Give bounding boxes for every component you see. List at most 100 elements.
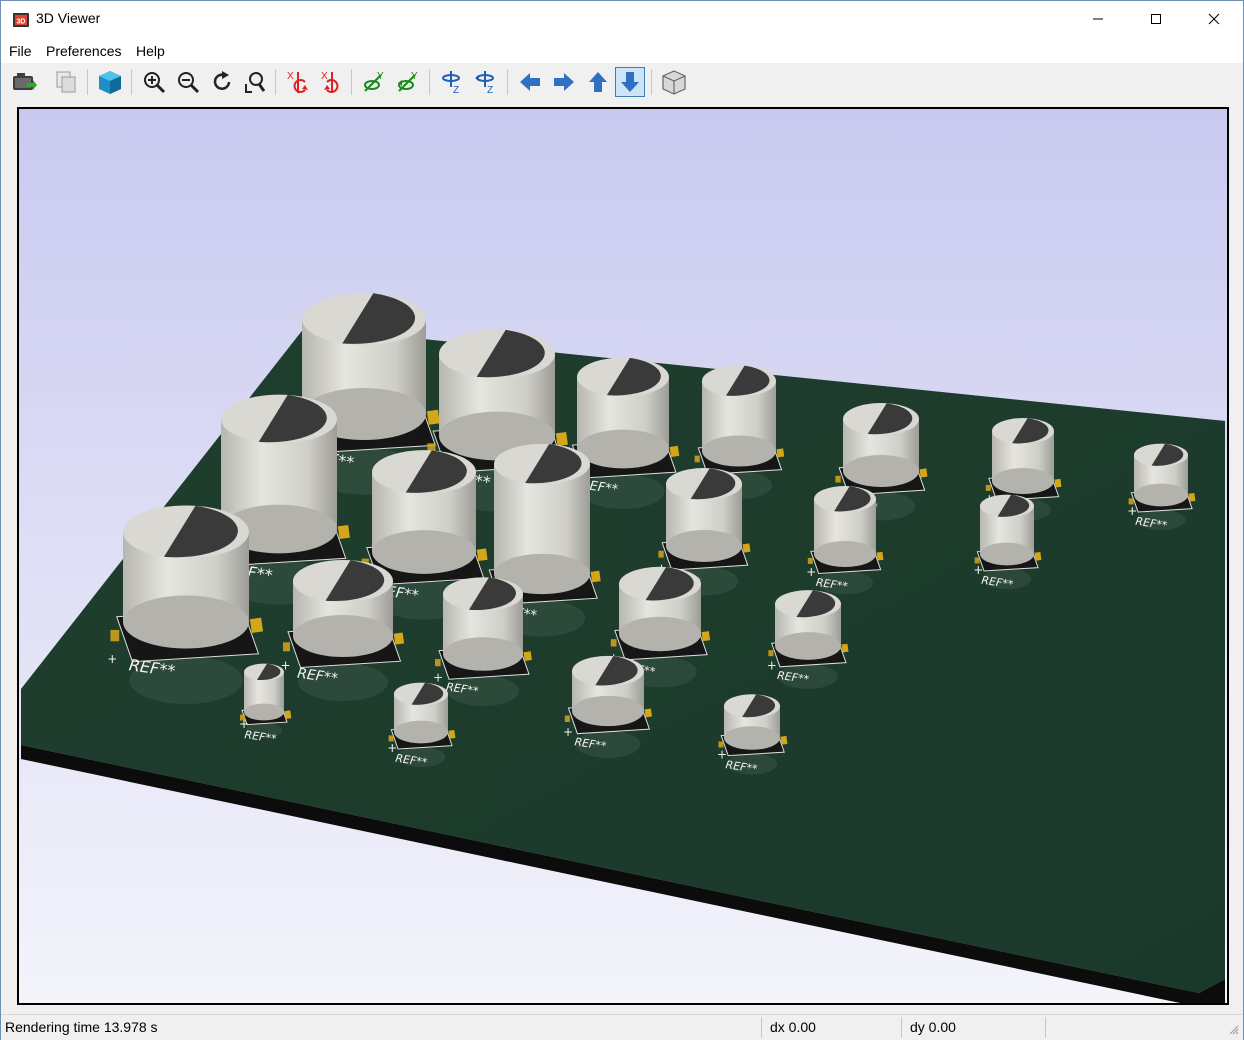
toolbar-separator (429, 69, 430, 95)
menu-file[interactable]: File (9, 43, 32, 59)
zoom-fit-icon (244, 72, 268, 94)
rotate-z-cw-icon: Z (442, 71, 460, 95)
rotate-x-cw-icon: X (287, 71, 308, 93)
capacitor-bottom (577, 429, 669, 469)
smd-capacitor: REF**+ (387, 682, 456, 769)
silkscreen-plus-marker: + (563, 725, 573, 739)
rotate-z-cw-button[interactable]: Z (437, 67, 467, 97)
capacitor-bottom (814, 540, 876, 568)
pad-right (337, 524, 350, 540)
toolbar: X X Y Y (1, 63, 1243, 103)
status-render-time: Rendering time 13.978 s (5, 1019, 158, 1035)
capacitor-bottom (702, 435, 776, 467)
pad-left (807, 557, 813, 564)
move-right-button[interactable] (549, 67, 579, 97)
toolbar-separator (507, 69, 508, 95)
silkscreen-plus-marker: + (433, 671, 443, 685)
maximize-button[interactable] (1127, 1, 1185, 37)
pcb-3d-scene: REF**+REF**+REF**+REF**+REF**+REF**+REF*… (19, 109, 1227, 1007)
redraw-button[interactable] (207, 67, 237, 97)
zoom-in-icon (144, 72, 166, 94)
pad-left (985, 484, 991, 491)
smd-capacitor: REF**+ (433, 577, 532, 707)
menu-help[interactable]: Help (136, 43, 165, 59)
close-icon (1208, 13, 1220, 25)
move-left-icon (520, 73, 540, 91)
3d-viewport[interactable]: REF**+REF**+REF**+REF**+REF**+REF**+REF*… (17, 107, 1229, 1007)
pad-right (644, 708, 653, 718)
rotate-z-ccw-icon: Z (475, 71, 494, 95)
move-up-icon (589, 72, 607, 92)
capacitor-bottom (1134, 483, 1188, 507)
resize-grip-icon[interactable] (1229, 1022, 1239, 1038)
toolbar-separator (351, 69, 352, 95)
pad-right (841, 643, 849, 653)
menu-bar: File Preferences Help (1, 37, 1243, 63)
status-dy: dy 0.00 (910, 1019, 956, 1035)
pad-left (435, 659, 441, 667)
redraw-icon (213, 71, 231, 90)
minimize-icon (1093, 18, 1103, 20)
app-window: 3D 3D Viewer File Preferences Help X X Z… (0, 0, 1244, 1040)
rotate-z-ccw-button[interactable]: Z (471, 67, 501, 97)
zoom-fit-button[interactable] (241, 67, 271, 97)
svg-text:X: X (321, 71, 328, 82)
capacitor-bottom (572, 695, 644, 727)
rotate-y-cw-button[interactable]: Y (359, 67, 389, 97)
zoom-out-icon (178, 72, 200, 94)
rotate-y-ccw-button[interactable]: Y (393, 67, 423, 97)
status-divider (761, 1017, 762, 1038)
pad-left (283, 642, 290, 652)
capacitor-bottom (666, 530, 742, 562)
pad-right (284, 710, 292, 720)
export-image-icon (13, 73, 37, 90)
maximize-icon (1151, 14, 1161, 24)
rotate-x-cw-button[interactable]: X (283, 67, 313, 97)
capacitor-bottom (775, 632, 841, 660)
pad-right (876, 551, 884, 561)
pad-left (610, 639, 617, 647)
zoom-in-button[interactable] (139, 67, 169, 97)
move-left-button[interactable] (515, 67, 545, 97)
pad-left (564, 715, 570, 723)
silkscreen-plus-marker: + (387, 741, 397, 755)
silkscreen-plus-marker: + (107, 652, 117, 666)
render-raytracing-button[interactable] (95, 67, 125, 97)
silkscreen-plus-marker: + (973, 563, 983, 577)
smd-capacitor: REF**+ (281, 560, 405, 702)
copy-icon (56, 71, 76, 93)
pad-right (701, 631, 711, 642)
toolbar-separator (87, 69, 88, 95)
toolbar-separator (131, 69, 132, 95)
pad-right (555, 431, 568, 447)
pad-left (658, 550, 664, 558)
silkscreen-plus-marker: + (239, 717, 249, 731)
rotate-x-ccw-button[interactable]: X (317, 67, 347, 97)
status-divider (901, 1017, 902, 1038)
capacitor-bottom (724, 726, 780, 750)
smd-capacitor: REF**+ (717, 694, 788, 776)
move-down-button[interactable] (615, 67, 645, 97)
copy-button[interactable] (51, 67, 81, 97)
pad-right (919, 468, 928, 478)
pad-right (426, 409, 440, 425)
capacitor-bottom (443, 637, 523, 671)
silkscreen-plus-marker: + (717, 747, 727, 761)
smd-capacitor: REF**+ (767, 590, 849, 689)
zoom-out-button[interactable] (173, 67, 203, 97)
rotate-x-ccw-icon: X (321, 71, 339, 93)
capacitor-bottom (123, 595, 249, 649)
move-up-button[interactable] (583, 67, 613, 97)
pad-right (1034, 551, 1042, 561)
minimize-button[interactable] (1069, 1, 1127, 37)
pad-right (780, 735, 788, 745)
export-image-button[interactable] (9, 67, 39, 97)
pad-right (1054, 478, 1062, 488)
svg-text:X: X (287, 71, 294, 82)
close-button[interactable] (1185, 1, 1243, 37)
silkscreen-plus-marker: + (806, 565, 816, 579)
svg-text:Z: Z (453, 85, 459, 95)
toggle-orthographic-button[interactable] (659, 67, 689, 97)
pad-right (1188, 492, 1196, 502)
menu-preferences[interactable]: Preferences (46, 43, 121, 59)
